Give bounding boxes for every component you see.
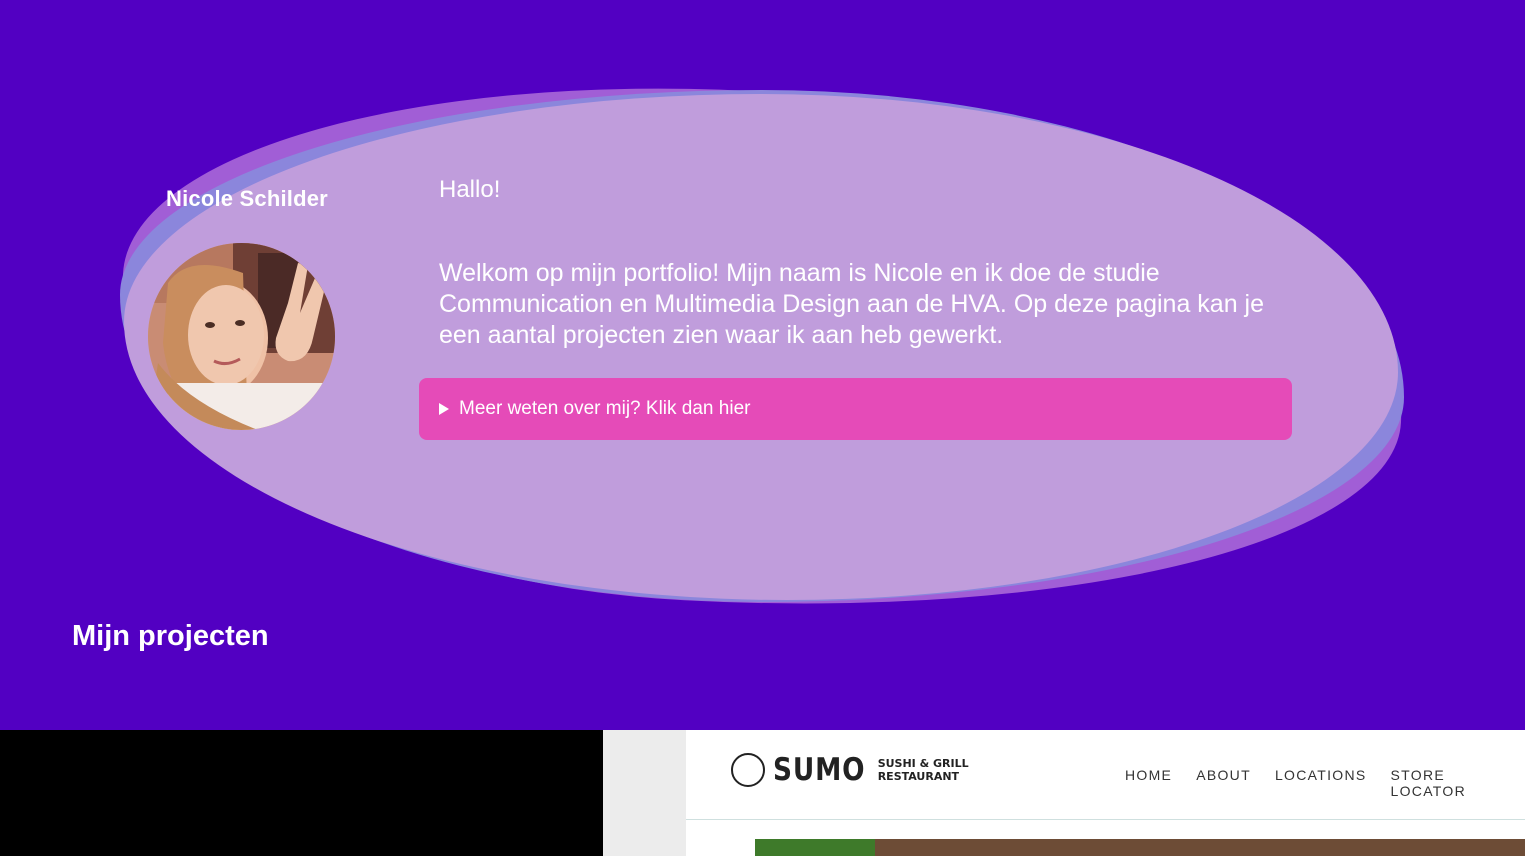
project-thumbnail-1[interactable] xyxy=(0,730,603,856)
project-thumbnail-sumo[interactable]: SUMO SUSHI & GRILL RESTAURANT HOME ABOUT… xyxy=(603,730,1525,856)
sumo-logo: SUMO SUSHI & GRILL RESTAURANT xyxy=(731,752,969,788)
greeting-heading: Hallo! xyxy=(439,176,501,203)
more-about-me-label: Meer weten over mij? Klik dan hier xyxy=(459,398,751,419)
portfolio-page: Nicole Schilder Hallo! Welkom op mijn po… xyxy=(0,0,1525,856)
sumo-nav-locations: LOCATIONS xyxy=(1274,767,1367,783)
sumo-hero-photo xyxy=(755,839,1525,856)
projects-heading: Mijn projecten xyxy=(72,620,269,652)
sumo-nav-home: HOME xyxy=(1125,767,1173,783)
sumo-brand-text: SUMO xyxy=(773,752,866,788)
projects-list: SUMO SUSHI & GRILL RESTAURANT HOME ABOUT… xyxy=(0,730,1525,856)
sumo-nav-store-locator: STORE LOCATOR xyxy=(1390,767,1466,799)
more-about-me-toggle[interactable]: Meer weten over mij? Klik dan hier xyxy=(419,378,1292,440)
sumo-nav: HOME ABOUT LOCATIONS STORE LOCATOR xyxy=(1125,767,1525,799)
sumo-photo-green xyxy=(755,839,875,856)
avatar-photo xyxy=(148,243,335,430)
sumo-logo-mark-icon xyxy=(731,753,765,787)
intro-text: Welkom op mijn portfolio! Mijn naam is N… xyxy=(439,259,1264,349)
sumo-pattern-strip xyxy=(603,730,686,856)
profile-name: Nicole Schilder xyxy=(166,186,328,211)
sumo-nav-about: ABOUT xyxy=(1196,767,1251,783)
avatar xyxy=(148,243,335,430)
sumo-brand-subtitle: SUSHI & GRILL RESTAURANT xyxy=(878,757,969,783)
sumo-divider xyxy=(686,819,1525,820)
sumo-subtitle-line-2: RESTAURANT xyxy=(877,770,960,783)
disclosure-triangle-icon xyxy=(439,403,449,415)
sumo-subtitle-line-1: SUSHI & GRILL xyxy=(877,757,969,770)
